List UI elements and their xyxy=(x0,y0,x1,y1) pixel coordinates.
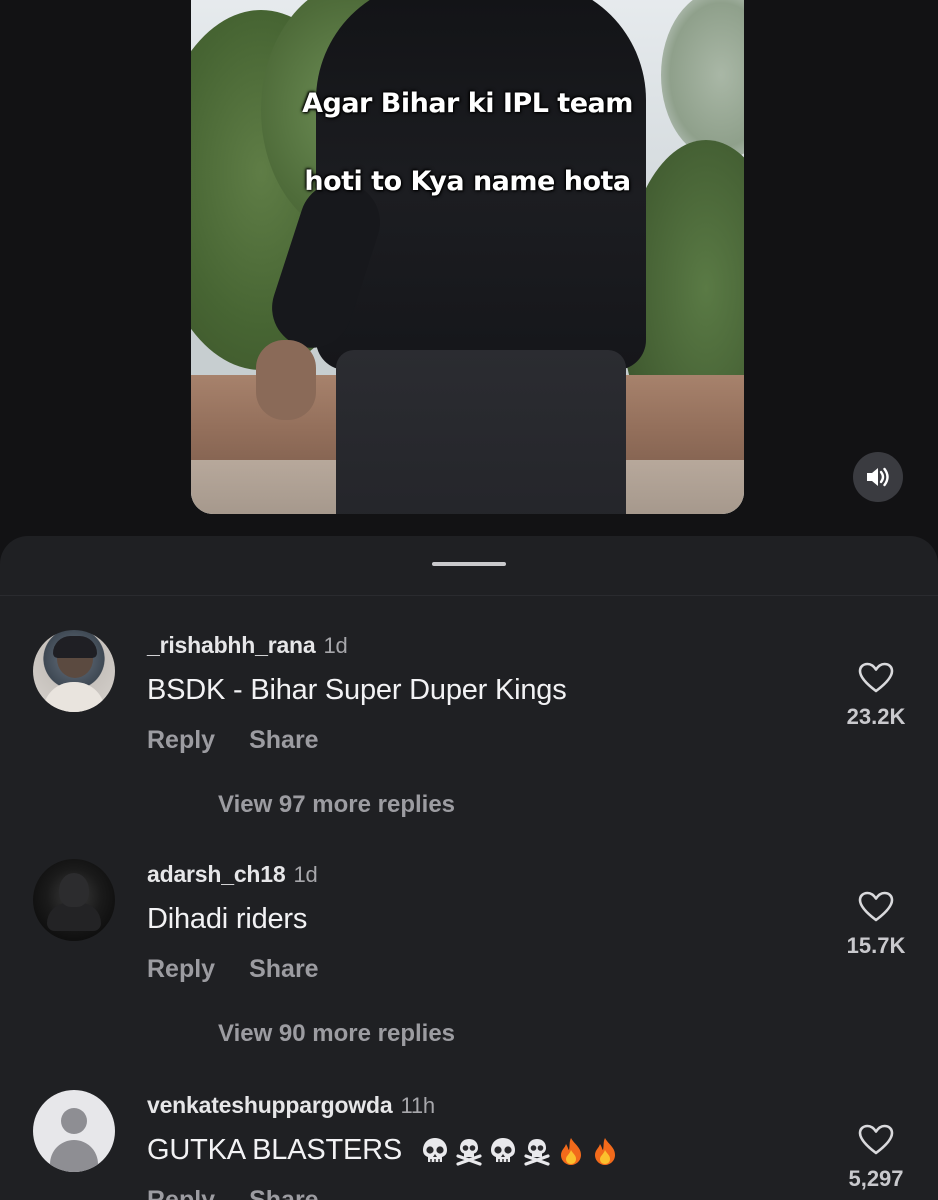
like-button[interactable]: 23.2K xyxy=(821,662,931,730)
like-count: 15.7K xyxy=(846,933,906,958)
username-text[interactable]: adarsh_ch18 xyxy=(147,861,286,887)
video-person-hand xyxy=(256,340,316,420)
video-caption-line-1: Agar Bihar ki IPL team xyxy=(302,88,633,119)
heart-icon xyxy=(858,662,894,693)
username-text[interactable]: _rishabhh_rana xyxy=(147,632,316,658)
avatar-hair xyxy=(53,636,97,658)
comment-text-content: GUTKA BLASTERS xyxy=(147,1134,403,1166)
comment-time: 11h xyxy=(400,1093,435,1118)
comment-time: 1d xyxy=(293,862,318,887)
sound-toggle-button[interactable] xyxy=(853,452,903,502)
default-avatar-head-icon xyxy=(61,1108,87,1134)
screen: Agar Bihar ki IPL team hoti to Kya name … xyxy=(0,0,938,1200)
view-replies-link[interactable]: View 90 more replies xyxy=(218,1020,455,1048)
avatar-shirt xyxy=(43,682,105,712)
comment-actions: Reply Share xyxy=(147,1186,353,1200)
comment-actions: Reply Share xyxy=(147,726,353,755)
emoji-row xyxy=(420,1136,624,1166)
comments-sheet: _rishabhh_rana 1d BSDK - Bihar Super Dupe… xyxy=(0,536,938,1200)
video-area: Agar Bihar ki IPL team hoti to Kya name … xyxy=(0,0,938,540)
skull-icon xyxy=(422,1138,447,1163)
reply-button[interactable]: Reply xyxy=(147,726,215,754)
fire-icon xyxy=(560,1138,581,1166)
avatar[interactable] xyxy=(33,859,115,941)
comment-time: 1d xyxy=(323,633,348,658)
avatar[interactable] xyxy=(33,630,115,712)
like-button[interactable]: 15.7K xyxy=(821,891,931,959)
like-count: 5,297 xyxy=(848,1166,904,1191)
skull-icon xyxy=(490,1138,515,1163)
comment-text: Dihadi riders xyxy=(147,903,308,935)
skull-crossbones-icon xyxy=(524,1139,550,1166)
view-replies-link[interactable]: View 97 more replies xyxy=(218,791,455,819)
avatar[interactable] xyxy=(33,1090,115,1172)
reply-button[interactable]: Reply xyxy=(147,1186,215,1200)
comment-actions: Reply Share xyxy=(147,955,353,984)
comment-username[interactable]: venkateshuppargowda 11h xyxy=(147,1092,435,1119)
like-count: 23.2K xyxy=(846,704,906,729)
comment-text: GUTKA BLASTERS xyxy=(147,1134,624,1167)
username-text[interactable]: venkateshuppargowda xyxy=(147,1092,393,1118)
video-person-pants xyxy=(336,350,626,514)
like-button[interactable]: 5,297 xyxy=(821,1124,931,1192)
comment-username[interactable]: _rishabhh_rana 1d xyxy=(147,632,348,659)
heart-icon xyxy=(858,891,894,922)
share-button[interactable]: Share xyxy=(249,726,318,754)
speaker-sound-icon xyxy=(867,467,889,487)
comment-text: BSDK - Bihar Super Duper Kings xyxy=(147,674,567,706)
divider xyxy=(0,595,938,596)
video-caption-line-2: hoti to Kya name hota xyxy=(304,166,631,197)
share-button[interactable]: Share xyxy=(249,955,318,983)
reply-button[interactable]: Reply xyxy=(147,955,215,983)
video-player[interactable]: Agar Bihar ki IPL team hoti to Kya name … xyxy=(191,0,744,514)
comment-username[interactable]: adarsh_ch18 1d xyxy=(147,861,318,888)
default-avatar-body-icon xyxy=(50,1140,98,1172)
drag-handle[interactable] xyxy=(432,562,506,566)
fire-icon xyxy=(594,1138,615,1166)
skull-crossbones-icon xyxy=(456,1139,482,1166)
share-button[interactable]: Share xyxy=(249,1186,318,1200)
heart-icon xyxy=(858,1124,894,1155)
avatar-figure xyxy=(59,873,89,907)
avatar-figure-base xyxy=(47,903,101,931)
